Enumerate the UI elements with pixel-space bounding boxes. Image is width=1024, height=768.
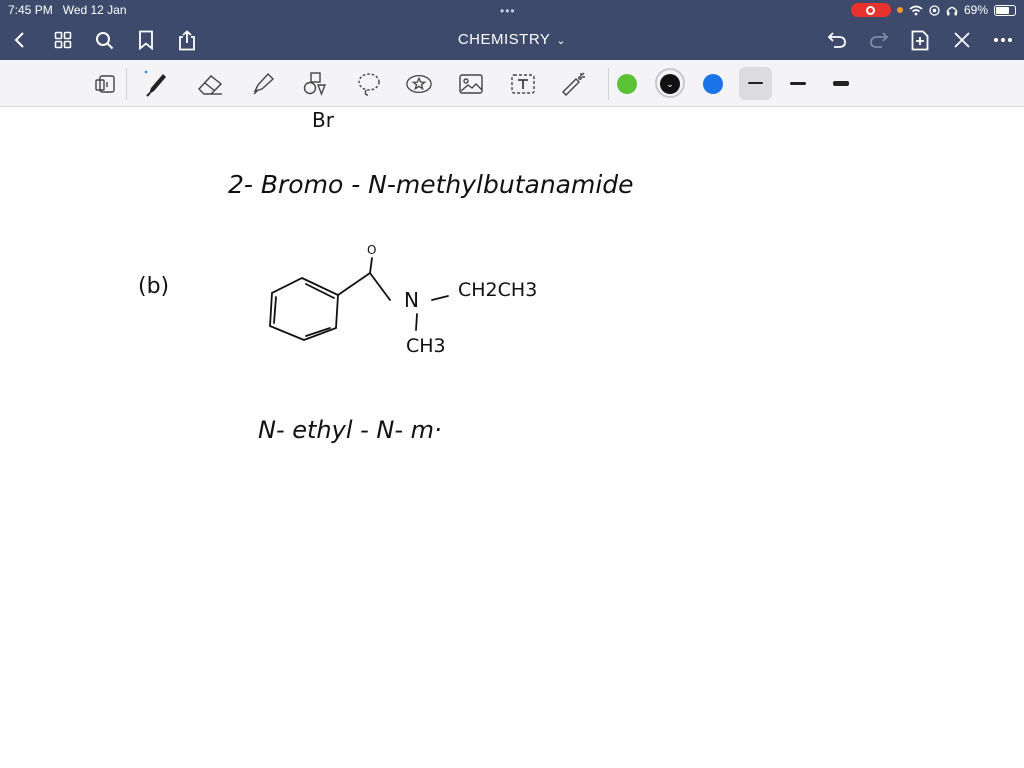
stroke-width-medium[interactable] (790, 82, 806, 85)
more-icon[interactable] (991, 28, 1015, 52)
status-date: Wed 12 Jan (62, 3, 127, 17)
lasso-icon[interactable] (355, 70, 383, 98)
laser-pointer-icon[interactable] (560, 70, 588, 98)
chevron-down-icon: ⌄ (556, 35, 567, 47)
document-title-text: CHEMISTRY (457, 31, 551, 48)
screen-recording-icon (850, 3, 891, 17)
read-only-icon[interactable] (91, 70, 119, 98)
annotation-toolbar (0, 60, 1024, 107)
note-canvas[interactable] (0, 107, 1024, 768)
highlighter-icon[interactable] (249, 70, 277, 98)
stroke-width-thin (748, 82, 763, 84)
mic-indicator-icon (896, 7, 903, 13)
multitasking-dots-icon[interactable]: ••• (500, 4, 516, 18)
color-swatch-blue[interactable] (703, 74, 723, 94)
stroke-width-thick[interactable] (833, 81, 849, 86)
undo-icon[interactable] (825, 28, 849, 52)
handwriting-br: Br (312, 108, 334, 132)
image-icon[interactable] (457, 70, 485, 98)
shapes-icon[interactable] (301, 70, 329, 98)
redo-icon[interactable] (867, 28, 891, 52)
close-icon[interactable] (950, 28, 974, 52)
at-icon (929, 4, 940, 16)
toolbar-divider (608, 68, 609, 100)
color-swatch-black[interactable]: ⌄ (660, 74, 680, 94)
handwriting-oxygen: O (367, 243, 377, 257)
sticker-icon[interactable] (405, 70, 433, 98)
status-bar: 7:45 PM Wed 12 Jan ••• 69% (0, 0, 1024, 20)
handwriting-compound-name-a: 2- Bromo - N-methylbutanamide (228, 170, 634, 199)
navigation-bar: CHEMISTRY ⌄ (0, 20, 1024, 60)
pen-icon[interactable] (142, 70, 170, 98)
battery-percent: 69% (963, 3, 988, 17)
battery-icon (994, 4, 1016, 16)
headphones-icon (946, 6, 958, 15)
handwriting-methyl-group: CH3 (406, 335, 446, 357)
add-page-icon[interactable] (908, 28, 932, 52)
color-swatch-green[interactable] (617, 74, 637, 94)
handwriting-compound-name-b: N- ethyl - N- m· (258, 416, 442, 444)
status-time: 7:45 PM (8, 3, 53, 17)
text-icon[interactable] (509, 70, 537, 98)
handwriting-ethyl-group: CH2CH3 (458, 279, 538, 301)
toolbar-divider (126, 68, 127, 100)
handwriting-nitrogen: N (404, 288, 419, 312)
eraser-icon[interactable] (196, 70, 224, 98)
wifi-icon (909, 5, 923, 15)
handwriting-part-label: (b) (138, 274, 170, 299)
